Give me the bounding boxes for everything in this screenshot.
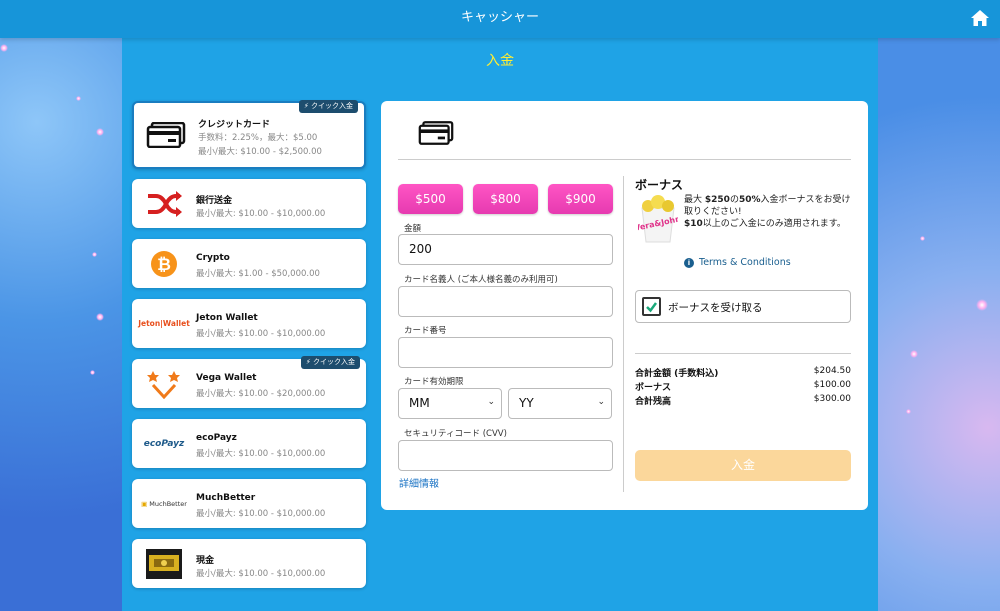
method-limits: 最小/最大: $10.00 - $10,000.00 (196, 209, 326, 219)
expiry-label: カード有効期限 (404, 377, 464, 387)
payment-method-list: ⚡ クイック入金 クレジットカード 手数料：2.25%，最大：$5.00 最小/… (132, 100, 366, 599)
method-name: Jeton Wallet (196, 313, 258, 323)
method-name: クレジットカード (198, 120, 271, 130)
bonus-checkbox-row[interactable]: ボーナスを受け取る (635, 290, 851, 323)
background-left (0, 0, 122, 611)
bonus-description: 最大 $250の50%入金ボーナスをお受け取りください! $10以上のご入金にの… (684, 195, 851, 229)
sparkle (76, 96, 81, 101)
cardholder-input[interactable] (398, 286, 613, 317)
summary-value: $100.00 (813, 380, 851, 390)
credit-card-icon (418, 121, 454, 149)
method-ecopayz[interactable]: ecoPayz ecoPayz 最小/最大: $10.00 - $10,000.… (132, 419, 366, 468)
vega-logo (142, 367, 186, 400)
method-fee: 手数料：2.25%，最大：$5.00 (198, 133, 318, 143)
chevron-down-icon: ⌄ (487, 397, 495, 407)
card-number-label: カード番号 (404, 326, 447, 336)
method-crypto[interactable]: ₿ Crypto 最小/最大: $1.00 - $50,000.00 (132, 239, 366, 288)
bonus-title: ボーナス (635, 178, 684, 192)
check-icon (646, 302, 658, 313)
method-cash[interactable]: 現金 最小/最大: $10.00 - $10,000.00 (132, 539, 366, 588)
method-credit-card[interactable]: ⚡ クイック入金 クレジットカード 手数料：2.25%，最大：$5.00 最小/… (132, 100, 366, 169)
deposit-form-card: $500 $800 $900 金額 200 カード名義人 (ご本人様名義のみ利用… (381, 101, 868, 510)
method-limits: 最小/最大: $10.00 - $10,000.00 (196, 449, 326, 459)
sparkle (92, 252, 97, 257)
method-bank-transfer[interactable]: 銀行送金 最小/最大: $10.00 - $10,000.00 (132, 179, 366, 228)
expiry-year-select[interactable]: YY ⌄ (508, 388, 612, 419)
page-title: キャッシャー (460, 10, 539, 25)
bonus-checkbox[interactable] (642, 297, 661, 316)
summary-total-row: 合計金額 (手数料込) $204.50 (635, 366, 851, 379)
method-name: ecoPayz (196, 433, 237, 443)
selected-value: YY (519, 396, 534, 410)
method-name: 現金 (196, 556, 215, 566)
amount-800-button[interactable]: $800 (473, 184, 538, 214)
sparkle (910, 350, 918, 358)
svg-text:₿: ₿ (157, 255, 171, 275)
quick-amount-buttons: $500 $800 $900 (398, 184, 613, 214)
method-limits: 最小/最大: $10.00 - $10,000.00 (196, 509, 326, 519)
card-number-input[interactable] (398, 337, 613, 368)
method-limits: 最小/最大: $10.00 - $10,000.00 (196, 569, 326, 579)
summary-value: $300.00 (813, 394, 851, 404)
summary-label: 合計金額 (手数料込) (635, 369, 719, 379)
chevron-down-icon: ⌄ (597, 397, 605, 407)
divider (623, 176, 624, 492)
method-jeton-wallet[interactable]: Jeton|Wallet Jeton Wallet 最小/最大: $10.00 … (132, 299, 366, 348)
summary-value: $204.50 (813, 366, 851, 376)
cardholder-label: カード名義人 (ご本人様名義のみ利用可) (404, 275, 558, 285)
method-name: Vega Wallet (196, 373, 257, 383)
summary-balance-row: 合計残高 $300.00 (635, 394, 851, 407)
top-bar: キャッシャー (0, 0, 1000, 38)
method-limits: 最小/最大: $10.00 - $20,000.00 (196, 389, 326, 399)
sparkle (96, 128, 104, 136)
summary-label: 合計残高 (635, 397, 672, 407)
jeton-logo: Jeton|Wallet (138, 319, 190, 328)
method-name: 銀行送金 (196, 196, 233, 206)
bonus-image: Vera&John (633, 194, 682, 244)
method-name: MuchBetter (196, 493, 256, 503)
summary-bonus-row: ボーナス $100.00 (635, 380, 851, 393)
cvv-label: セキュリティコード (CVV) (404, 429, 507, 439)
expiry-month-select[interactable]: MM ⌄ (398, 388, 502, 419)
selected-value: MM (409, 396, 430, 410)
sparkle (96, 313, 104, 321)
amount-900-button[interactable]: $900 (548, 184, 613, 214)
background-right (878, 0, 1000, 611)
divider (398, 159, 851, 160)
credit-card-icon (144, 118, 188, 151)
section-title: 入金 (486, 53, 514, 69)
method-muchbetter[interactable]: ▣ MuchBetter MuchBetter 最小/最大: $10.00 - … (132, 479, 366, 528)
sparkle (920, 236, 925, 241)
info-icon: i (684, 257, 694, 268)
cvv-input[interactable] (398, 440, 613, 471)
method-limits: 最小/最大: $10.00 - $10,000.00 (196, 329, 326, 339)
divider (635, 353, 851, 354)
sparkle (90, 370, 95, 375)
sparkle (906, 409, 911, 414)
method-vega-wallet[interactable]: ⚡ クイック入金 Vega Wallet 最小/最大: $10.00 - $20… (132, 356, 366, 408)
muchbetter-logo: ▣ MuchBetter (141, 499, 187, 508)
sparkle (976, 299, 988, 311)
deposit-button[interactable]: 入金 (635, 450, 851, 481)
summary-label: ボーナス (635, 383, 672, 393)
amount-input[interactable]: 200 (398, 234, 613, 265)
method-limits: 最小/最大: $1.00 - $50,000.00 (196, 269, 320, 279)
terms-link[interactable]: i Terms & Conditions (684, 257, 791, 268)
cash-icon (142, 547, 186, 580)
terms-label: Terms & Conditions (699, 257, 791, 268)
quick-deposit-badge: ⚡ クイック入金 (298, 100, 358, 113)
quick-deposit-badge: ⚡ クイック入金 (300, 356, 360, 369)
bonus-checkbox-label: ボーナスを受け取る (668, 302, 763, 314)
bank-transfer-icon (142, 187, 186, 220)
method-name: Crypto (196, 253, 230, 263)
details-link[interactable]: 詳細情報 (399, 475, 439, 490)
bitcoin-icon: ₿ (142, 247, 186, 280)
amount-label: 金額 (404, 224, 422, 234)
method-limits: 最小/最大: $10.00 - $2,500.00 (198, 147, 322, 157)
amount-500-button[interactable]: $500 (398, 184, 463, 214)
ecopayz-logo: ecoPayz (143, 438, 185, 449)
home-icon[interactable] (970, 8, 990, 28)
